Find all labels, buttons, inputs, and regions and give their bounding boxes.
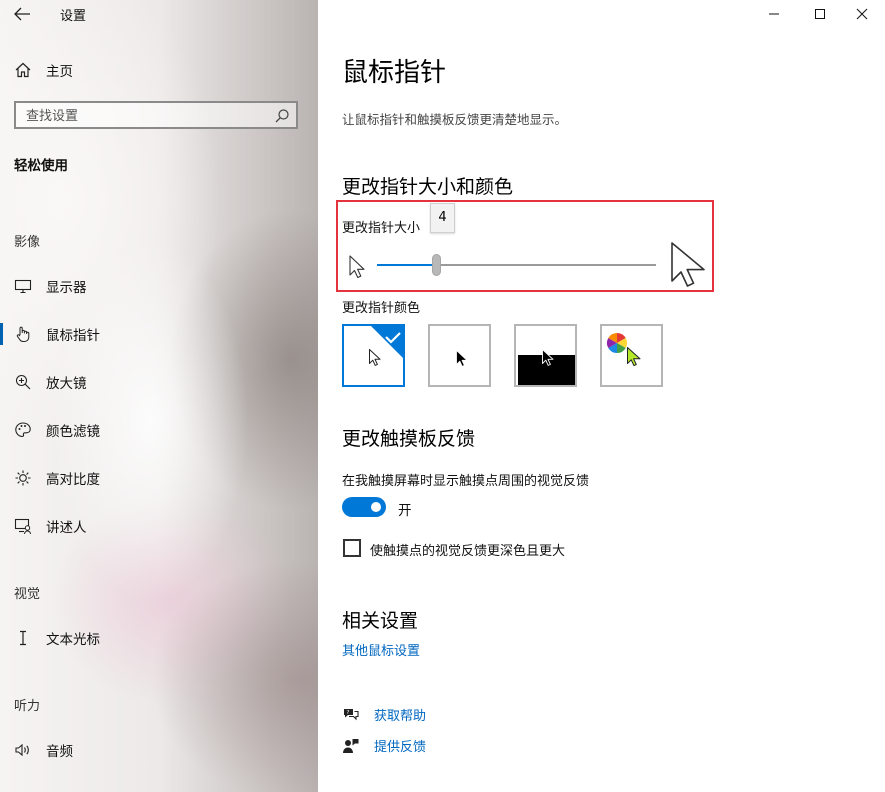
feedback-row[interactable]: 提供反馈 [342,736,426,755]
minimize-icon [769,13,779,15]
sidebar-item-label: 主页 [46,64,73,80]
search-icon[interactable] [274,108,290,124]
get-help-link[interactable]: 获取帮助 [374,705,426,724]
group-heading-hearing: 听力 [14,699,41,714]
speaker-icon [15,743,29,757]
sidebar-item-label: 讲述人 [46,520,87,536]
maximize-icon [815,9,825,19]
maximize-button[interactable] [797,0,843,28]
feedback-icon [343,738,359,753]
toggle-state-label: 开 [398,503,412,519]
large-pointer-icon [671,242,705,287]
color-option-black[interactable] [428,324,491,387]
color-option-white[interactable] [342,324,405,387]
app-title: 设置 [60,9,87,24]
lime-pointer-icon [627,347,641,367]
sidebar-item-label: 高对比度 [46,472,100,488]
color-option-custom[interactable] [600,324,663,387]
magnifier-icon [15,374,31,390]
darker-feedback-label: 使触摸点的视觉反馈更深色且更大 [370,544,566,559]
sidebar-item-color-filter[interactable]: 颜色滤镜 [14,418,100,442]
toggle-knob [371,502,381,512]
search-box[interactable] [14,101,298,129]
feedback-link[interactable]: 提供反馈 [374,736,426,755]
close-icon [856,8,868,20]
sidebar-item-label: 颜色滤镜 [46,424,100,440]
sidebar-item-label: 鼠标指针 [46,328,100,344]
black-pointer-icon [456,350,468,367]
help-chat-icon: ? [344,708,359,720]
sidebar-item-audio[interactable]: 音频 [14,738,73,762]
white-pointer-icon [369,349,381,366]
sidebar-item-mouse-pointer[interactable]: 鼠标指针 [14,322,100,346]
other-mouse-settings-link[interactable]: 其他鼠标设置 [342,640,420,659]
sidebar-item-home[interactable]: 主页 [14,58,73,82]
inverted-pointer-icon [542,349,554,366]
color-option-inverted[interactable] [514,324,577,387]
sun-icon [15,470,31,486]
sidebar-item-magnifier[interactable]: 放大镜 [14,370,87,394]
narrator-icon [14,518,31,535]
sidebar-item-text-cursor[interactable]: 文本光标 [14,626,100,650]
slider-fill [377,264,437,266]
minimize-button[interactable] [751,0,797,28]
touch-feedback-label: 在我触摸屏幕时显示触摸点周围的视觉反馈 [342,474,590,489]
related-settings-heading: 相关设置 [342,610,419,632]
search-input[interactable] [24,106,268,126]
back-arrow-icon [14,7,30,21]
svg-text:?: ? [347,710,350,716]
slider-value-tooltip: 4 [430,203,455,233]
home-icon [15,62,31,78]
slider-thumb[interactable] [432,254,442,276]
sidebar-item-high-contrast[interactable]: 高对比度 [14,466,100,490]
touch-feedback-toggle[interactable] [342,497,386,517]
sidebar-item-narrator[interactable]: 讲述人 [14,514,87,538]
page-title: 鼠标指针 [342,58,447,88]
sidebar-item-label: 放大镜 [46,376,87,392]
darker-feedback-checkbox[interactable] [343,539,361,557]
text-cursor-icon [20,630,26,646]
color-wheel-icon [606,332,628,354]
sidebar-item-display[interactable]: 显示器 [14,274,87,298]
group-heading-interaction: 视觉 [14,587,41,602]
pointer-hand-icon [16,326,30,342]
group-heading-vision: 影像 [14,235,41,250]
navigation-pane: 设置 主页 轻松使用 影像 显示器 鼠标指针 放大镜 [0,0,318,792]
selection-indicator [0,323,3,345]
palette-icon [15,422,31,437]
highlight-frame [336,200,714,292]
size-label: 更改指针大小 [342,221,421,236]
close-button[interactable] [839,0,885,28]
small-pointer-icon [349,255,365,279]
page-description: 让鼠标指针和触摸板反馈更清楚地显示。 [342,112,568,127]
sidebar-item-label: 文本光标 [46,632,100,648]
color-label: 更改指针颜色 [342,301,421,316]
size-color-heading: 更改指针大小和颜色 [342,176,514,198]
monitor-icon [14,279,32,294]
get-help-row[interactable]: ? 获取帮助 [342,705,426,724]
touch-heading: 更改触摸板反馈 [342,428,476,450]
sidebar-item-label: 显示器 [46,280,87,296]
sidebar-item-label: 音频 [46,744,73,760]
back-button[interactable] [10,2,34,26]
section-title: 轻松使用 [14,158,68,174]
